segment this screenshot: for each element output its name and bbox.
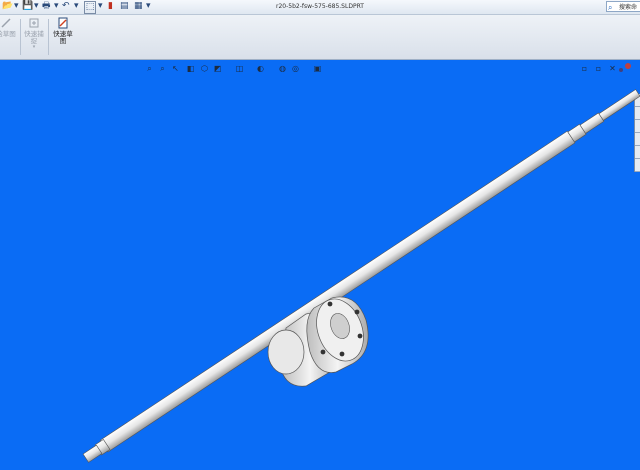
quick-snaps-button[interactable]: 快速捕 捉 ▾ <box>22 17 46 57</box>
quick-snaps-icon <box>29 18 39 28</box>
quick-sketch-icon <box>58 17 68 29</box>
document-title: r20-5b2-fsw-575-685.SLDPRT <box>276 3 364 10</box>
command-manager: 绘草图 快速捕 捉 ▾ 快速草 图 <box>0 15 640 60</box>
search-label: 搜索命 <box>619 4 638 11</box>
quick-sketch-label: 快速草 图 <box>53 30 73 45</box>
graphics-area[interactable]: ⌕ ⌕ ↖ ◧ ⬡ ◩ ◫ ◐ ◍ ◎ ▣ ▫ ▫ ✕ <box>0 60 640 470</box>
title-bar: 📂 ▾ 💾 ▾ 🖶 ▾ ↶ ▾ ⬚ ▾ ▮ ▤ ▦ ▾ r20-5b2-fsw-… <box>0 0 640 15</box>
sketch-icon <box>1 18 11 28</box>
reference-triad <box>619 63 631 72</box>
screw-shaft[interactable] <box>82 87 640 464</box>
search-commands-input[interactable]: ⌕ 搜索命 <box>606 1 640 12</box>
search-icon: ⌕ <box>608 3 613 12</box>
sketch-label: 绘草图 <box>0 30 16 38</box>
ribbon-separator <box>20 19 21 55</box>
sketch-button[interactable]: 绘草图 <box>0 17 16 57</box>
ball-nut[interactable] <box>267 292 372 387</box>
quick-snaps-label: 快速捕 捉 <box>24 30 44 45</box>
ball-screw-model[interactable] <box>0 60 640 470</box>
ribbon-separator <box>48 19 49 55</box>
quick-sketch-button[interactable]: 快速草 图 <box>50 17 76 57</box>
